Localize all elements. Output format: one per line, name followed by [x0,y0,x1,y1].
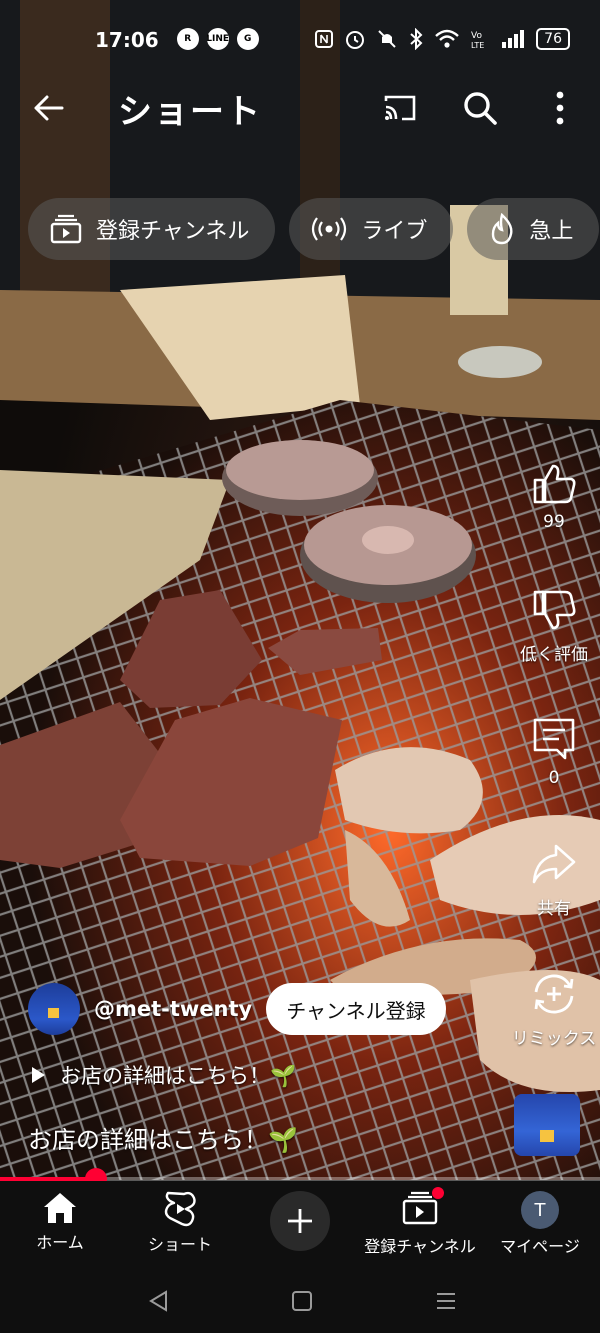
description-link[interactable]: お店の詳細はこちら！🌱 [30,1060,296,1090]
back-button[interactable] [28,88,68,128]
subscriptions-icon-wrap [402,1187,444,1229]
line-icon: LINE [206,28,229,50]
chip-label: 急上 [529,219,574,244]
more-options-button[interactable] [538,86,582,130]
like-count: 99 [543,512,565,532]
mute-icon [378,30,396,48]
wifi-icon [435,29,459,48]
chip-live[interactable]: ライブ [289,198,454,260]
nfc-icon [315,30,334,48]
status-bar: 17:06 R LINE G Vo LTE 76 [0,0,600,80]
status-time: 17:06 [95,28,159,52]
battery-indicator: 76 [536,28,570,50]
like-button[interactable]: 99 [508,460,600,532]
plus-icon [288,1209,312,1233]
notification-dot [432,1187,444,1199]
menu-lines-icon [437,1293,455,1309]
top-app-bar: ショート [0,80,600,136]
nav-home[interactable]: ホーム [0,1191,120,1253]
channel-row: @met-twenty チャンネル登録 [28,983,446,1035]
nav-profile[interactable]: T マイページ [480,1191,600,1257]
bluetooth-icon [410,28,423,50]
alarm-icon [346,31,365,49]
back-arrow-icon [34,95,64,121]
comment-count: 0 [548,768,560,788]
dislike-button[interactable]: 低く評価 [508,588,600,665]
chip-label: ライブ [361,219,428,244]
comments-button[interactable]: 0 [508,716,600,788]
nav-label: ショート [147,1235,212,1254]
nav-shorts[interactable]: ショート [120,1191,240,1255]
triangle-back-icon [149,1290,167,1312]
share-icon [532,844,576,884]
cast-icon [384,95,416,121]
volte-icon: VoLTE [471,31,484,50]
comment-icon [533,718,575,760]
sound-thumbnail[interactable] [514,1094,580,1156]
chip-trending[interactable]: 急上 [467,198,600,260]
chip-label: 登録チャンネル [96,219,250,244]
thumbs-down-icon [533,590,576,630]
system-navigation-bar [0,1269,600,1333]
nav-subscriptions[interactable]: 登録チャンネル [360,1187,480,1257]
trending-icon [489,213,515,245]
create-button[interactable] [270,1191,330,1251]
system-back-button[interactable] [140,1283,176,1319]
nav-label: ホーム [36,1233,84,1252]
search-icon [464,92,497,125]
live-icon [311,216,347,242]
svg-text:LTE: LTE [471,41,484,50]
channel-name[interactable]: @met-twenty [94,997,252,1021]
channel-avatar[interactable] [28,983,80,1035]
cast-button[interactable] [378,86,422,130]
play-icon [32,1067,45,1083]
share-button[interactable]: 共有 [508,842,600,919]
remix-button[interactable]: リミックス [508,970,600,1049]
remix-label: リミックス [511,1029,597,1049]
video-caption[interactable]: お店の詳細はこちら！🌱 [28,1120,298,1155]
description-link-text: お店の詳細はこちら！🌱 [60,1064,297,1088]
signal-icon [502,30,525,48]
chip-subscriptions[interactable]: 登録チャンネル [28,198,276,260]
system-recents-button[interactable] [428,1283,464,1319]
status-indicators: Vo LTE 76 [314,28,570,50]
filter-chips: 登録チャンネル ライブ 急上 [28,198,600,260]
google-icon: G [236,28,259,50]
shorts-icon [164,1191,196,1227]
nav-label: マイページ [500,1237,580,1256]
remix-icon [534,974,574,1014]
svg-text:Vo: Vo [471,31,482,41]
more-vert-icon [556,91,564,125]
square-home-icon [292,1291,312,1311]
subscriptions-icon [50,214,82,244]
rakuten-link-icon: R [176,28,199,50]
home-icon [44,1193,76,1223]
search-button[interactable] [458,86,502,130]
nav-label: 登録チャンネル [364,1237,476,1256]
subscribe-button[interactable]: チャンネル登録 [266,983,446,1035]
thumbs-up-icon [533,464,576,504]
dislike-label: 低く評価 [520,645,588,665]
bottom-navigation: ホーム ショート 登録チャンネル T マイページ [0,1181,600,1269]
page-title: ショート [118,92,262,132]
profile-avatar: T [521,1191,559,1229]
system-home-button[interactable] [284,1283,320,1319]
share-label: 共有 [537,899,571,919]
